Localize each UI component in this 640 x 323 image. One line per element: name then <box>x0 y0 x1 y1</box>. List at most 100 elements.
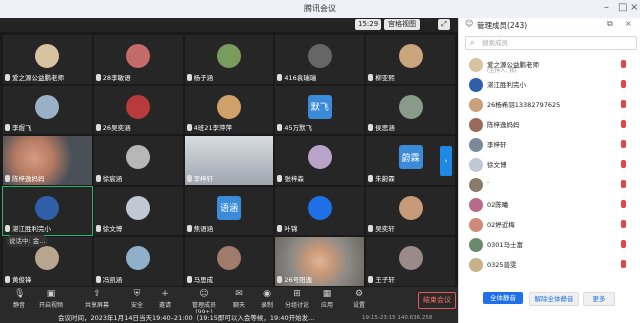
participant-label: 26号阳逸 <box>277 275 362 285</box>
window-title: 腾讯会议 <box>304 4 336 13</box>
mic-icon <box>5 275 10 283</box>
member-row[interactable]: 陈梓逸妈妈 <box>465 116 635 134</box>
mic-muted-icon[interactable] <box>621 180 626 188</box>
toolbar-button-chat[interactable]: ✉ 聊天 <box>224 289 254 311</box>
member-row[interactable]: · <box>465 176 635 194</box>
mic-muted-icon[interactable] <box>621 100 626 108</box>
search-icon: ⌕ <box>470 38 475 47</box>
member-row[interactable]: 0325普雯 <box>465 256 635 274</box>
participant-tile[interactable]: 冯凯涵 <box>92 236 184 287</box>
participant-name: 徐文博 <box>102 225 123 234</box>
panel-close-icon[interactable]: × <box>625 19 632 28</box>
mic-muted-icon[interactable] <box>621 160 626 168</box>
participant-tile[interactable]: 416袁瑞瑞 <box>274 34 366 85</box>
member-row[interactable]: 0301马士富 <box>465 236 635 254</box>
toolbar-button-label: 应用 <box>320 302 333 309</box>
participant-tile[interactable]: 柳亚熙 <box>365 34 456 85</box>
participant-tile[interactable]: 李梓轩 <box>183 135 275 186</box>
toolbar-button-apps[interactable]: ▦ 应用 <box>312 289 342 311</box>
member-avatar <box>469 178 483 192</box>
participant-name: 侯思涵 <box>375 124 395 133</box>
camera-icon: ▣ <box>46 289 56 299</box>
unmute-all-button[interactable]: 解除全体静音 <box>529 292 579 306</box>
mic-muted-icon[interactable] <box>621 140 626 148</box>
participant-tile[interactable]: 徐宸涵 <box>92 135 184 186</box>
member-row[interactable]: 爱之源公益鹏老师 (主持人, 我) <box>465 56 635 74</box>
mic-muted-icon[interactable] <box>621 240 626 248</box>
toolbar-button-shield[interactable]: ⛨ 安全 <box>122 289 152 311</box>
participant-avatar: 默飞 <box>307 94 332 119</box>
participant-name: 黄俊锋 <box>12 275 32 284</box>
member-row[interactable]: 26杨希羽13382797625 <box>465 96 635 114</box>
participant-tile[interactable]: 徐文博 <box>92 185 184 237</box>
participant-tile[interactable]: 爱之源公益鹏老师 <box>2 34 93 85</box>
mic-icon <box>368 73 374 81</box>
participant-label: 湛江胜利完小 <box>5 225 90 234</box>
toolbar-button-camera[interactable]: ▣ 开启视频 <box>36 289 66 311</box>
mic-icon <box>277 124 283 132</box>
mic-muted-icon[interactable] <box>621 200 626 208</box>
notice-text: 会议时间，2023年1月14日当天19:40–21:00（19:15即可以入会等… <box>58 314 315 322</box>
mic-muted-icon[interactable] <box>621 220 626 228</box>
participant-tile[interactable]: 马思成 <box>183 236 275 287</box>
participant-tile[interactable]: 王子轩 <box>365 236 456 287</box>
member-name: 02陈曦 <box>487 201 509 209</box>
toolbar-button-share-screen[interactable]: ⇪ 共享屏幕 <box>82 289 112 311</box>
member-name: 陈梓逸妈妈 <box>487 121 520 129</box>
mic-icon <box>368 225 374 233</box>
participant-tile[interactable]: 默飞 45万默飞 <box>274 84 366 136</box>
participant-label: 张梓森 <box>277 174 362 184</box>
close-icon[interactable]: × <box>630 2 638 14</box>
member-name: 李梓轩 <box>487 141 507 149</box>
mic-muted-icon[interactable] <box>621 80 626 88</box>
view-mode-button[interactable]: 宫格视图 <box>384 19 420 30</box>
participant-tile[interactable]: 26号阳逸 <box>274 236 366 287</box>
participant-tile[interactable]: 张梓森 <box>274 135 366 186</box>
participant-tile[interactable]: 吴奕轩 <box>365 185 456 237</box>
minimize-icon[interactable]: – <box>604 2 609 14</box>
maximize-icon[interactable]: □ <box>618 2 627 14</box>
member-search-input[interactable]: ⌕ 搜索成员 <box>465 36 637 50</box>
participant-tile[interactable]: 陈梓逸妈妈 <box>2 135 93 186</box>
member-row[interactable]: 李梓轩 <box>465 136 635 154</box>
mic-muted-icon[interactable] <box>621 60 626 68</box>
popout-icon[interactable]: ⧉ <box>607 19 613 29</box>
mic-muted-icon[interactable] <box>621 260 626 268</box>
participant-tile[interactable]: 26吴奕涵 <box>92 84 184 136</box>
toolbar-button-breakout[interactable]: ⊞ 分组讨论 <box>282 289 312 311</box>
participant-label: 黄俊锋 <box>5 275 90 285</box>
participant-tile[interactable]: 杨子涵 <box>183 34 275 85</box>
mic-icon <box>5 124 10 132</box>
participant-avatar <box>126 195 151 220</box>
participant-label: 朱蔚霖 <box>368 174 453 184</box>
participant-tile[interactable]: 叶锦 <box>274 185 366 237</box>
participant-tile[interactable]: 侯思涵 <box>365 84 456 136</box>
participant-label: 叶锦 <box>277 225 362 234</box>
participant-name: 26吴奕涵 <box>102 124 131 133</box>
participant-tile[interactable]: 湛江胜利完小 <box>2 185 93 237</box>
participant-tile[interactable]: 28李敏语 <box>92 34 184 85</box>
participant-tile[interactable]: 4班21李萍萍 <box>183 84 275 136</box>
fullscreen-icon[interactable]: ⤢ <box>438 19 450 30</box>
toolbar-button-mic[interactable]: 🎙 静音 <box>4 289 34 311</box>
member-row[interactable]: 02陈曦 <box>465 196 635 214</box>
toolbar-button-record[interactable]: ◉ 录制 <box>252 289 282 311</box>
member-row[interactable]: 徐文博 <box>465 156 635 174</box>
member-row[interactable]: 02婷近梅 <box>465 216 635 234</box>
toolbar-button-settings[interactable]: ⚙ 设置 <box>344 289 374 311</box>
mic-muted-icon[interactable] <box>621 120 626 128</box>
member-row[interactable]: 湛江胜利完小 <box>465 76 635 94</box>
toolbar-button-members[interactable]: ☺管理成员(99+) <box>184 289 224 316</box>
participant-tile[interactable]: 语涵 焦语涵 <box>183 185 275 237</box>
toolbar-button-invite[interactable]: + 邀请 <box>150 289 180 311</box>
more-button[interactable]: 更多 <box>583 292 615 306</box>
participant-name: 李梓轩 <box>193 174 214 183</box>
participant-tile[interactable]: 李煜飞 <box>2 84 93 136</box>
expand-panel-icon[interactable]: › <box>440 146 452 176</box>
mute-all-button[interactable]: 全体静音 <box>483 292 523 304</box>
participant-name: 爱之源公益鹏老师 <box>12 73 64 82</box>
end-meeting-button[interactable]: 结束会议 <box>418 292 456 309</box>
members-icon: ☺ <box>199 289 209 299</box>
participant-name: 徐宸涵 <box>102 174 123 183</box>
member-name: 0325普雯 <box>487 261 517 269</box>
